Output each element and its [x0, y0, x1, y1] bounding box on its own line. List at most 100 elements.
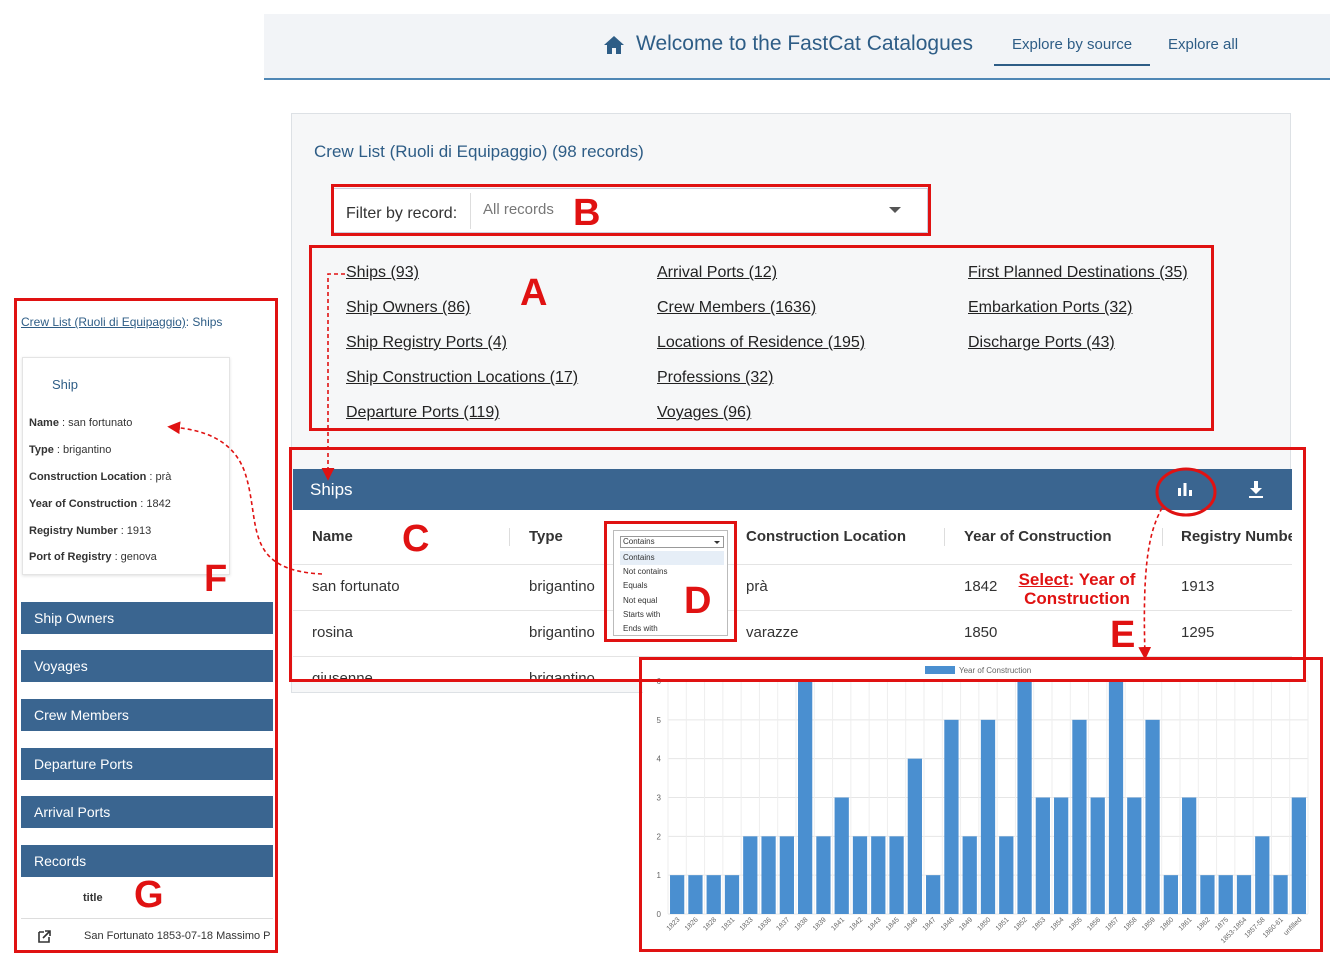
x-tick-label: unfilled	[1283, 916, 1304, 937]
bar	[1255, 836, 1270, 914]
sidebar-item-ship-owners[interactable]: Ship Owners	[21, 602, 273, 634]
home-icon[interactable]	[602, 33, 626, 57]
bar	[1182, 797, 1197, 914]
filter-option[interactable]: Ends with	[620, 622, 724, 636]
bar	[761, 836, 776, 914]
download-icon[interactable]	[1246, 479, 1266, 499]
column-separator	[944, 528, 945, 546]
annotation-select-note: Select: Year of Construction	[1018, 570, 1136, 608]
link-voyages[interactable]: Voyages (96)	[657, 404, 751, 422]
column-header-registry-number[interactable]: Registry Numbe	[1181, 528, 1292, 545]
column-header-year-of-construction[interactable]: Year of Construction	[964, 528, 1112, 545]
filter-operator-selected: Contains	[623, 537, 655, 546]
link-professions[interactable]: Professions (32)	[657, 369, 774, 387]
sidebar-item-records[interactable]: Records	[21, 845, 273, 877]
bar	[798, 681, 813, 914]
filter-operator-select[interactable]: Contains	[620, 536, 724, 548]
y-tick-label: 6	[657, 677, 662, 686]
bar	[1054, 797, 1069, 914]
open-in-new-icon[interactable]	[37, 929, 52, 944]
bar	[706, 875, 721, 914]
bar	[816, 836, 831, 914]
link-first-planned-destinations[interactable]: First Planned Destinations (35)	[968, 264, 1188, 282]
x-tick-label: 1849	[958, 916, 974, 932]
nav-explore-all[interactable]: Explore all	[1168, 36, 1238, 53]
column-header-type[interactable]: Type	[529, 528, 563, 545]
filter-select[interactable]: All records	[470, 193, 920, 229]
link-crew-members[interactable]: Crew Members (1636)	[657, 299, 816, 317]
record-title[interactable]: San Fortunato 1853-07-18 Massimo P	[84, 930, 274, 942]
x-tick-label: 1861	[1178, 916, 1194, 932]
x-tick-label: 1846	[903, 916, 919, 932]
column-separator	[1162, 528, 1163, 546]
y-tick-label: 3	[657, 794, 662, 803]
x-tick-label: 1828	[702, 916, 718, 932]
bar-chart-icon[interactable]	[1175, 479, 1195, 499]
column-header-construction-location[interactable]: Construction Location	[746, 528, 906, 545]
cell-type: brigantino	[529, 578, 595, 595]
y-tick-label: 2	[657, 832, 662, 841]
annotation-letter-g: G	[134, 874, 164, 916]
catalogue-title: Crew List (Ruoli di Equipaggio) (98 reco…	[314, 142, 644, 161]
link-ship-owners[interactable]: Ship Owners (86)	[346, 299, 471, 317]
divider	[21, 918, 273, 919]
bar	[1127, 797, 1142, 914]
cell-registry-number: 1295	[1181, 624, 1215, 641]
nav-explore-by-source[interactable]: Explore by source	[1012, 36, 1132, 53]
x-tick-label: 1837	[775, 916, 791, 932]
breadcrumb: Crew List (Ruoli di Equipaggio): Ships	[21, 315, 222, 329]
sidebar-item-departure-ports[interactable]: Departure Ports	[21, 748, 273, 780]
x-tick-label: 1853	[1031, 916, 1047, 932]
bar	[852, 836, 868, 914]
bar	[926, 875, 941, 914]
x-tick-label: 1859	[1141, 916, 1157, 932]
sidebar-item-crew-members[interactable]: Crew Members	[21, 699, 273, 731]
detail-field-name: Name : san fortunato	[29, 417, 133, 429]
bar	[743, 836, 758, 914]
column-header-name[interactable]: Name	[312, 528, 353, 545]
detail-card-heading: Ship	[52, 377, 79, 392]
filter-option[interactable]: Not contains	[620, 565, 724, 579]
bar	[1072, 719, 1087, 914]
cell-construction-location: varazze	[746, 624, 799, 641]
x-tick-label: 1850	[976, 916, 992, 932]
detail-field-type: Type : brigantino	[29, 444, 112, 456]
ships-panel-header: Ships	[293, 469, 1292, 510]
x-tick-label: 1847	[922, 916, 938, 932]
link-discharge-ports[interactable]: Discharge Ports (43)	[968, 334, 1115, 352]
cell-name: san fortunato	[312, 578, 400, 595]
annotation-letter-e: E	[1110, 614, 1136, 656]
bar	[670, 875, 685, 914]
y-tick-label: 5	[657, 716, 662, 725]
x-tick-label: 1855	[1068, 916, 1084, 932]
cell-name: rosina	[312, 624, 353, 641]
x-tick-label: 1857	[1104, 916, 1120, 932]
x-tick-label: 1875	[1214, 916, 1230, 932]
breadcrumb-current: : Ships	[185, 315, 223, 329]
link-arrival-ports[interactable]: Arrival Ports (12)	[657, 264, 777, 282]
breadcrumb-link[interactable]: Crew List (Ruoli di Equipaggio)	[21, 315, 186, 329]
link-ship-registry-ports[interactable]: Ship Registry Ports (4)	[346, 334, 507, 352]
records-column-header[interactable]: title	[83, 892, 103, 904]
cell-year: 1850	[964, 624, 998, 641]
bar	[1218, 875, 1233, 914]
annotation-letter-a: A	[520, 272, 548, 314]
x-tick-label: 1823	[666, 916, 682, 932]
sidebar-item-arrival-ports[interactable]: Arrival Ports	[21, 796, 273, 828]
ship-detail-card: Ship	[22, 357, 230, 575]
x-tick-label: 1839	[812, 916, 828, 932]
nav-active-indicator	[994, 64, 1150, 66]
link-departure-ports[interactable]: Departure Ports (119)	[346, 404, 500, 422]
detail-field-year-of-construction: Year of Construction : 1842	[29, 498, 171, 510]
welcome-title[interactable]: Welcome to the FastCat Catalogues	[636, 32, 973, 56]
x-tick-label: 1826	[684, 916, 700, 932]
filter-option[interactable]: Contains	[620, 551, 724, 565]
sidebar-item-voyages[interactable]: Voyages	[21, 650, 273, 682]
link-ship-construction-locations[interactable]: Ship Construction Locations (17)	[346, 369, 578, 387]
link-locations-of-residence[interactable]: Locations of Residence (195)	[657, 334, 865, 352]
cell-name: giusenne	[312, 670, 373, 680]
link-embarkation-ports[interactable]: Embarkation Ports (32)	[968, 299, 1133, 317]
link-ships[interactable]: Ships (93)	[346, 264, 419, 282]
bar-chart: Year of Construction01234561823 1826 1828 1…	[657, 666, 1309, 945]
table-row[interactable]: rosina brigantino varazze 1850 1295	[293, 610, 1292, 656]
